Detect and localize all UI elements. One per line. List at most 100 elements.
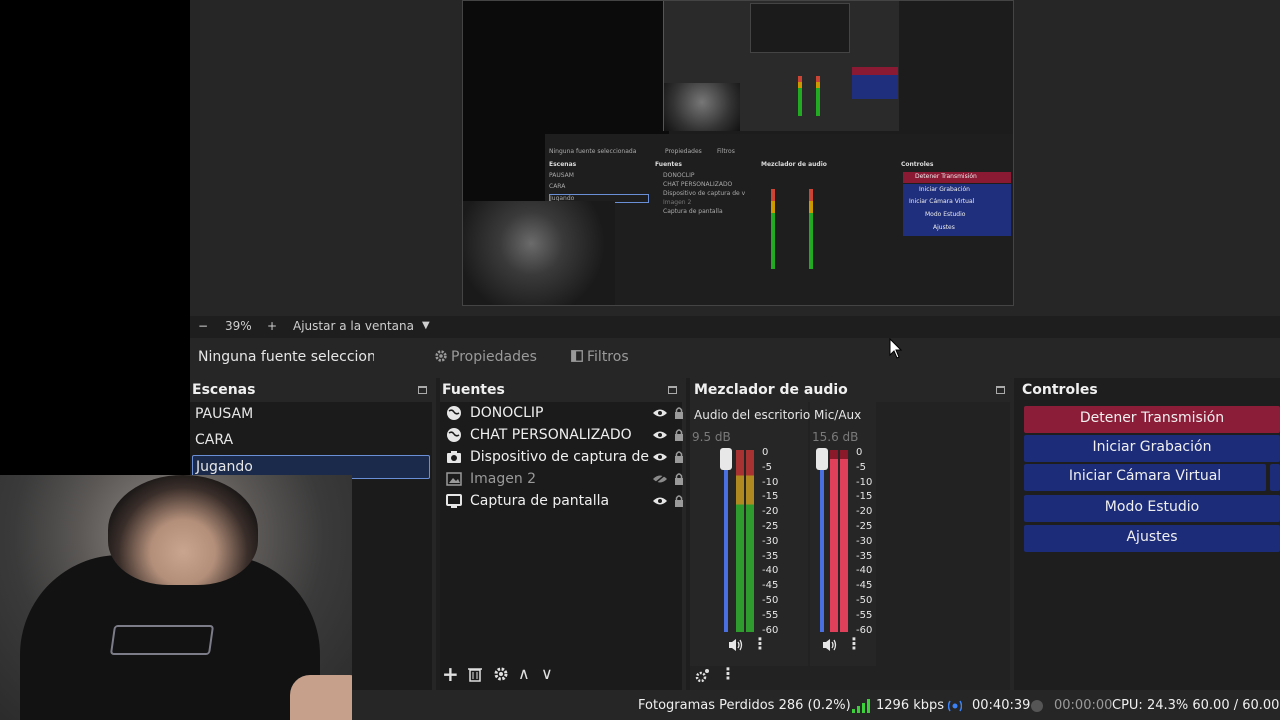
- speaker-icon[interactable]: [728, 638, 744, 652]
- webcam-person-hand: [290, 675, 352, 720]
- eye-hidden-icon[interactable]: [652, 474, 668, 484]
- record-icon: [1031, 700, 1043, 712]
- db-tick: -20: [762, 506, 779, 518]
- mini-source: Imagen 2: [663, 199, 692, 206]
- source-item-video-capture[interactable]: Dispositivo de captura de vídeo: [446, 448, 686, 470]
- channel-name: Mic/Aux: [814, 408, 862, 422]
- zoom-in-button[interactable]: +: [267, 319, 277, 333]
- db-tick: -25: [856, 520, 873, 532]
- camera-icon: [447, 451, 461, 463]
- kebab-menu-icon[interactable]: ⋮: [752, 634, 768, 653]
- eye-icon[interactable]: [652, 430, 668, 440]
- filters-button[interactable]: Filtros: [562, 343, 637, 373]
- source-item-imagen-2[interactable]: Imagen 2: [446, 470, 686, 492]
- db-scale: 0 -5 -10 -15 -20 -25 -30 -35 -40 -45 -50 -55 -60: [762, 446, 778, 638]
- db-tick: -35: [762, 550, 779, 562]
- mixer-channel: Mic/Aux 15.6 dB 0 -5 -10 -15 -20 -25 -30 -35 -40…: [810, 402, 876, 666]
- mixer-channel: Audio del escritorio 9.5 dB 0 -5 -10 -15 -20…: [690, 402, 811, 666]
- sources-list: DONOCLIP CHAT PERSONALIZADO Dispositivo …: [440, 402, 683, 690]
- stop-streaming-button[interactable]: Detener Transmisión: [1024, 406, 1280, 433]
- level-meter: [736, 450, 744, 632]
- db-tick: -40: [762, 565, 779, 577]
- nested-preview: [750, 3, 850, 53]
- scenes-title: Escenas: [192, 382, 256, 398]
- channel-name: Audio del escritorio: [694, 408, 811, 422]
- db-tick: 0: [856, 447, 863, 458]
- volume-fader-handle[interactable]: [816, 448, 828, 470]
- scene-item-pausam[interactable]: PAUSAM: [192, 403, 430, 427]
- dock-float-icon[interactable]: [996, 386, 1005, 394]
- nested-control-buttons: [852, 75, 898, 99]
- source-item-donoclip[interactable]: DONOCLIP: [446, 404, 686, 426]
- mini-ctrl: Iniciar Cámara Virtual: [909, 198, 975, 205]
- trash-icon[interactable]: [468, 666, 482, 682]
- lock-icon[interactable]: [674, 406, 684, 420]
- preview-zoom-bar: − 39% + Ajustar a la ventana ▼: [190, 316, 1280, 338]
- volume-fader-track[interactable]: [724, 452, 728, 632]
- nested-webcam: [664, 83, 740, 131]
- db-tick: -25: [762, 520, 779, 532]
- eye-icon[interactable]: [652, 408, 668, 418]
- down-icon[interactable]: ∨: [541, 664, 553, 683]
- source-label: Imagen 2: [470, 471, 537, 487]
- db-tick: -45: [762, 580, 779, 592]
- dock-float-icon[interactable]: [418, 386, 427, 394]
- lock-icon[interactable]: [674, 472, 684, 486]
- mini-properties: Propiedades: [665, 148, 702, 155]
- chevron-down-icon[interactable]: ▼: [422, 320, 430, 331]
- start-virtual-camera-button[interactable]: Iniciar Cámara Virtual: [1024, 464, 1266, 491]
- db-tick: -30: [762, 535, 779, 547]
- mini-controls-title: Controles: [901, 161, 934, 168]
- filter-icon: [571, 350, 583, 362]
- mini-source: CHAT PERSONALIZADO: [663, 181, 733, 188]
- shirt-logo: [109, 625, 215, 655]
- settings-button[interactable]: Ajustes: [1024, 525, 1280, 552]
- fit-to-window-label[interactable]: Ajustar a la ventana: [293, 319, 414, 333]
- preview-canvas[interactable]: Ninguna fuente seleccionada Propiedades …: [462, 0, 1014, 306]
- source-item-screen-capture[interactable]: Captura de pantalla: [446, 492, 686, 514]
- mixer-settings-icon[interactable]: [694, 668, 710, 684]
- db-tick: -40: [856, 565, 873, 577]
- source-label: DONOCLIP: [470, 405, 544, 421]
- source-label: Dispositivo de captura de vídeo: [470, 449, 650, 465]
- mini-ctrl: Ajustes: [933, 224, 955, 231]
- volume-fader-track[interactable]: [820, 452, 824, 632]
- lock-icon[interactable]: [674, 450, 684, 464]
- db-tick: 0: [762, 447, 769, 458]
- lock-icon[interactable]: [674, 494, 684, 508]
- db-tick: -10: [856, 476, 873, 488]
- eye-icon[interactable]: [652, 452, 668, 462]
- lock-icon[interactable]: [674, 428, 684, 442]
- mini-meter: [809, 189, 813, 269]
- volume-fader-handle[interactable]: [720, 448, 732, 470]
- add-icon[interactable]: +: [442, 662, 459, 686]
- up-icon[interactable]: ∧: [518, 664, 530, 683]
- db-tick: -55: [856, 609, 873, 621]
- db-tick: -30: [856, 535, 873, 547]
- mini-filters: Filtros: [717, 148, 735, 155]
- zoom-out-button[interactable]: −: [198, 319, 208, 333]
- dock-float-icon[interactable]: [668, 386, 677, 394]
- source-label: Captura de pantalla: [470, 493, 610, 509]
- globe-icon: [447, 406, 461, 420]
- kebab-menu-icon[interactable]: ⋮: [846, 634, 862, 653]
- speaker-icon[interactable]: [822, 638, 838, 652]
- kebab-menu-icon[interactable]: ⋮: [720, 664, 736, 683]
- preview-area[interactable]: Ninguna fuente seleccionada Propiedades …: [190, 0, 1280, 316]
- level-meter: [830, 450, 838, 632]
- virtual-camera-settings-button[interactable]: [1270, 464, 1280, 491]
- properties-button[interactable]: Propiedades: [426, 343, 545, 373]
- scene-item-cara[interactable]: CARA: [192, 429, 430, 453]
- source-label: CHAT PERSONALIZADO: [470, 427, 632, 443]
- filters-label: Filtros: [587, 349, 629, 365]
- no-source-selected-label: Ninguna fuente seleccionada: [198, 349, 374, 365]
- mini-meter: [771, 189, 775, 269]
- gear-icon[interactable]: [493, 666, 509, 682]
- eye-icon[interactable]: [652, 496, 668, 506]
- source-item-chat[interactable]: CHAT PERSONALIZADO: [446, 426, 686, 448]
- source-toolbar: Ninguna fuente seleccionada Propiedades …: [190, 338, 1280, 378]
- studio-mode-button[interactable]: Modo Estudio: [1024, 495, 1280, 522]
- gear-icon: [435, 350, 447, 362]
- start-recording-button[interactable]: Iniciar Grabación: [1024, 435, 1280, 462]
- webcam-overlay: [0, 475, 352, 720]
